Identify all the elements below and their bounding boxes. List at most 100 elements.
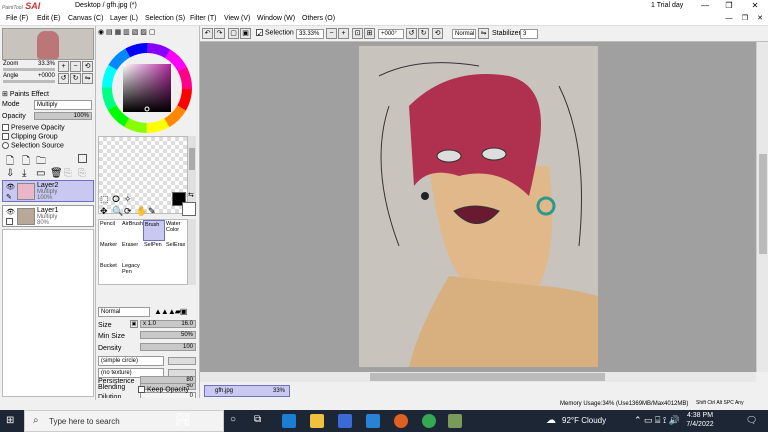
undo-icon[interactable]: ↶ bbox=[202, 28, 213, 39]
clock-date[interactable]: 7/4/2022 bbox=[680, 421, 720, 428]
visibility-eye-icon[interactable]: 👁 bbox=[6, 183, 15, 191]
notification-icon[interactable]: 🗨 bbox=[746, 415, 757, 426]
zoom-icon[interactable]: 🔍 bbox=[112, 206, 123, 217]
tool-selpen[interactable]: SelPen bbox=[143, 241, 165, 262]
magic-wand-icon[interactable]: ✧ bbox=[124, 194, 132, 205]
selection-source-radio[interactable]: Selection Source bbox=[2, 142, 64, 149]
clear-layer-icon[interactable]: ▭ bbox=[36, 168, 45, 179]
color-mode-tabs[interactable]: ◉ ▤ ▦ ▥ ▧ ▨ ▢ bbox=[98, 28, 164, 37]
persistence-slider[interactable]: 80 bbox=[140, 376, 196, 384]
redo-icon[interactable]: ↷ bbox=[214, 28, 225, 39]
artwork-canvas[interactable] bbox=[359, 46, 598, 367]
zoom-in-icon[interactable]: + bbox=[58, 61, 69, 72]
rotate-icon[interactable]: ⟳ bbox=[124, 206, 132, 217]
transfer-down-icon[interactable]: ⇩ bbox=[6, 168, 14, 179]
tool-pencil[interactable]: Pencil bbox=[99, 220, 121, 241]
chrome-icon[interactable] bbox=[422, 414, 436, 428]
zoom-out-icon[interactable]: − bbox=[326, 28, 337, 39]
view-mode-select[interactable]: Normal bbox=[452, 29, 476, 39]
merge-down-icon[interactable]: ⤓ bbox=[22, 168, 26, 179]
vertical-scrollbar[interactable] bbox=[756, 42, 768, 372]
brush-edge-icons[interactable]: ▲▲▲▰▣ bbox=[154, 307, 187, 316]
hand-icon[interactable]: ✋ bbox=[136, 206, 147, 217]
invert-selection-icon[interactable]: ▣ bbox=[240, 28, 251, 39]
menu-edit[interactable]: Edit (E) bbox=[37, 15, 60, 22]
blend-mode-select[interactable]: Normal bbox=[98, 307, 150, 317]
rotate-right-icon[interactable]: ↻ bbox=[418, 28, 429, 39]
zoom-field[interactable]: 33.33% bbox=[296, 29, 324, 39]
horizontal-scroll-thumb[interactable] bbox=[370, 373, 605, 381]
doc-maximize-button[interactable]: ❐ bbox=[738, 14, 752, 24]
angle-slider[interactable] bbox=[3, 80, 55, 83]
preserve-opacity-checkbox[interactable]: Preserve Opacity bbox=[2, 124, 65, 131]
weather-text[interactable]: 92°F Cloudy bbox=[562, 416, 606, 425]
tool-bucket[interactable]: Bucket bbox=[99, 262, 121, 283]
menu-canvas[interactable]: Canvas (C) bbox=[68, 15, 103, 22]
keep-opacity-checkbox[interactable]: Keep Opacity bbox=[138, 386, 189, 393]
deselect-icon[interactable]: ▢ bbox=[228, 28, 239, 39]
menu-window[interactable]: Window (W) bbox=[257, 15, 295, 22]
menu-file[interactable]: File (F) bbox=[6, 15, 28, 22]
select-rect-icon[interactable]: ⬚ bbox=[100, 194, 109, 205]
zoom-reset-icon[interactable]: ⊡ bbox=[352, 28, 363, 39]
rotate-left-icon[interactable]: ↺ bbox=[406, 28, 417, 39]
tool-seleras[interactable]: SelEras bbox=[165, 241, 187, 262]
rotate-right-icon[interactable]: ↻ bbox=[70, 73, 81, 84]
edge-icon[interactable] bbox=[282, 414, 296, 428]
layer-row[interactable]: 👁 Layer1 Multiply 80% bbox=[2, 205, 94, 227]
selection-checkbox[interactable]: ✓ Selection bbox=[256, 29, 294, 38]
menu-view[interactable]: View (V) bbox=[224, 15, 250, 22]
doc-close-button[interactable]: ✕ bbox=[753, 14, 767, 24]
close-button[interactable]: ✕ bbox=[744, 0, 766, 12]
secondary-color-swatch[interactable] bbox=[182, 202, 196, 216]
paints-effect-toggle[interactable]: ⊞ Paints Effect bbox=[2, 90, 49, 98]
size-slider[interactable]: x 1.0 16.0 bbox=[140, 320, 196, 328]
system-tray-icons[interactable]: ⌃ ▭ ⌸ ⟟ 🔊 bbox=[634, 415, 680, 426]
eyedropper-icon[interactable]: ✎ bbox=[148, 206, 156, 217]
visibility-eye-icon[interactable]: 👁 bbox=[6, 208, 15, 216]
size-lock-icon[interactable]: ▣ bbox=[130, 320, 138, 328]
vertical-scroll-thumb[interactable] bbox=[759, 154, 767, 254]
stabilizer-select[interactable]: 3 bbox=[520, 29, 538, 39]
minimize-button[interactable]: — bbox=[694, 0, 716, 12]
density-slider[interactable]: 100 bbox=[140, 343, 196, 351]
fit-icon[interactable]: ⊞ bbox=[364, 28, 375, 39]
layer-mask-icon[interactable] bbox=[78, 154, 87, 163]
file-explorer-icon[interactable] bbox=[310, 414, 324, 428]
tool-eraser[interactable]: Eraser bbox=[121, 241, 143, 262]
opacity-slider[interactable]: 100% bbox=[34, 112, 92, 120]
rotate-left-icon[interactable]: ↺ bbox=[58, 73, 69, 84]
navigator-preview[interactable] bbox=[2, 28, 94, 60]
mail-icon[interactable] bbox=[366, 414, 380, 428]
task-view-icon[interactable]: ⧉ bbox=[254, 414, 261, 425]
min-size-slider[interactable]: 50% bbox=[140, 331, 196, 339]
move-icon[interactable]: ✥ bbox=[100, 206, 108, 217]
tool-marker[interactable]: Marker bbox=[99, 241, 121, 262]
angle-field[interactable]: +000° bbox=[378, 29, 404, 39]
tool-brush[interactable]: Brush bbox=[143, 220, 165, 241]
zoom-reset-icon[interactable]: ⟲ bbox=[82, 61, 93, 72]
clock-time[interactable]: 4:38 PM bbox=[680, 412, 720, 419]
firefox-icon[interactable] bbox=[394, 414, 408, 428]
taskbar-search[interactable]: ⌕ Type here to search 🏞 bbox=[24, 410, 224, 432]
mode-select[interactable]: Multiply bbox=[34, 100, 92, 110]
paint-tool-sai-icon[interactable] bbox=[448, 414, 462, 428]
rotate-reset-icon[interactable]: ⟲ bbox=[432, 28, 443, 39]
menu-filter[interactable]: Filter (T) bbox=[190, 15, 216, 22]
delete-layer-icon[interactable]: 🗑 bbox=[50, 168, 63, 179]
layer-row[interactable]: 👁 ✎ Layer2 Multiply 100% bbox=[2, 180, 94, 202]
swatch-scroll-thumb[interactable] bbox=[189, 148, 195, 170]
merge-visible-icon[interactable]: ⎘ bbox=[64, 168, 72, 179]
layer-checkbox[interactable] bbox=[6, 218, 13, 225]
cortana-icon[interactable]: ○ bbox=[230, 414, 236, 425]
menu-layer[interactable]: Layer (L) bbox=[110, 15, 138, 22]
horizontal-scrollbar[interactable] bbox=[200, 372, 756, 382]
menu-others[interactable]: Others (O) bbox=[302, 15, 335, 22]
merge-all-icon[interactable]: ⎘ bbox=[78, 168, 86, 179]
tool-airbrush[interactable]: AirBrush bbox=[121, 220, 143, 241]
windows-start-icon[interactable]: ⊞ bbox=[6, 415, 18, 427]
menu-selection[interactable]: Selection (S) bbox=[145, 15, 185, 22]
swap-colors-icon[interactable]: ⇆ bbox=[188, 191, 194, 199]
maximize-button[interactable]: ❐ bbox=[718, 0, 740, 12]
flip-horizontal-icon[interactable]: ⇋ bbox=[478, 28, 489, 39]
